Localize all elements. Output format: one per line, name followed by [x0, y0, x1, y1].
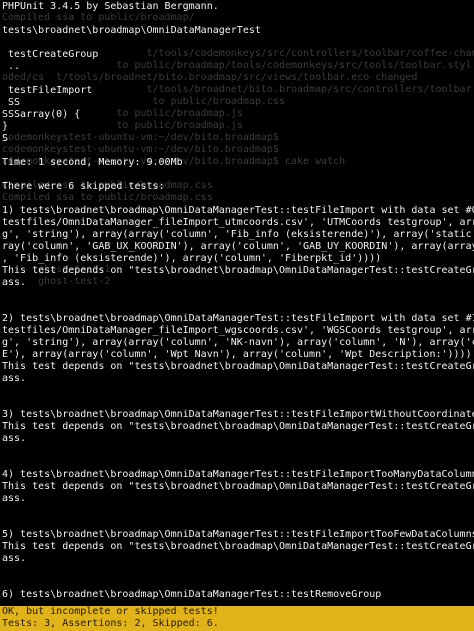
terminal-line: This test depends on "tests\broadnet\bro…	[2, 265, 474, 276]
terminal-line: 4) tests\broadnet\broadmap\OmniDataManag…	[2, 469, 474, 480]
terminal-line: g', 'string'), array(array('column', 'NK…	[2, 337, 474, 348]
terminal-line: 1) tests\broadnet\broadmap\OmniDataManag…	[2, 205, 474, 216]
terminal-line: ass.	[2, 493, 27, 504]
terminal-line: PHPUnit 3.4.5 by Sebastian Bergmann.	[2, 1, 219, 12]
terminal-line: S	[2, 133, 9, 144]
terminal-line: ass.	[2, 277, 27, 288]
terminal-window[interactable]: Compiled ssa to public/broadmap/ t/tools…	[0, 0, 474, 600]
terminal-line: ass.	[2, 553, 27, 564]
terminal-line: There were 6 skipped tests:	[2, 181, 165, 192]
terminal-line: This test depends on "tests\broadnet\bro…	[2, 541, 474, 552]
terminal-line: testFileImport	[2, 85, 93, 96]
terminal-line: testCreateGroup	[2, 49, 99, 60]
test-summary-bar: OK, but incomplete or skipped tests! Tes…	[0, 606, 474, 631]
terminal-line: Time: 1 second, Memory: 9.00Mb	[2, 157, 183, 168]
terminal-line: This test depends on "tests\broadnet\bro…	[2, 481, 474, 492]
terminal-line: This test depends on "tests\broadnet\bro…	[2, 421, 474, 432]
terminal-line: }	[2, 121, 9, 132]
terminal-line: , 'Fib_info (eksisterende)'), array('col…	[2, 253, 382, 264]
terminal-line: ass.	[2, 433, 27, 444]
terminal-line: 2) tests\broadnet\broadmap\OmniDataManag…	[2, 313, 474, 324]
status-counts: Tests: 3, Assertions: 2, Skipped: 6.	[2, 618, 219, 629]
terminal-line: E'), array(array('column', 'Wpt Navn'), …	[2, 349, 472, 360]
terminal-line: 5) tests\broadnet\broadmap\OmniDataManag…	[2, 529, 474, 540]
terminal-line: ray('column', 'GAB_UX_KOORDIN'), array('…	[2, 241, 474, 252]
terminal-line: 6) tests\broadnet\broadmap\OmniDataManag…	[2, 589, 382, 600]
terminal-line: This test depends on "tests\broadnet\bro…	[2, 361, 474, 372]
status-message: OK, but incomplete or skipped tests!	[2, 606, 219, 617]
terminal-line: tests\broadnet\broadmap\OmniDataManagerT…	[2, 25, 261, 36]
terminal-line: ..	[2, 61, 21, 72]
terminal-output: PHPUnit 3.4.5 by Sebastian Bergmann. test…	[2, 1, 474, 600]
terminal-line: testfiles/OmniDataManager_fileImport_wgs…	[2, 325, 474, 336]
terminal-line: ass.	[2, 373, 27, 384]
terminal-line: SS	[2, 97, 21, 108]
terminal-line: g', 'string'), array(array('column', 'Fi…	[2, 229, 474, 240]
terminal-line: SSSarray(0) {	[2, 109, 81, 120]
terminal-line: testfiles/OmniDataManager_fileImport_utm…	[2, 217, 474, 228]
terminal-line: 3) tests\broadnet\broadmap\OmniDataManag…	[2, 409, 474, 420]
